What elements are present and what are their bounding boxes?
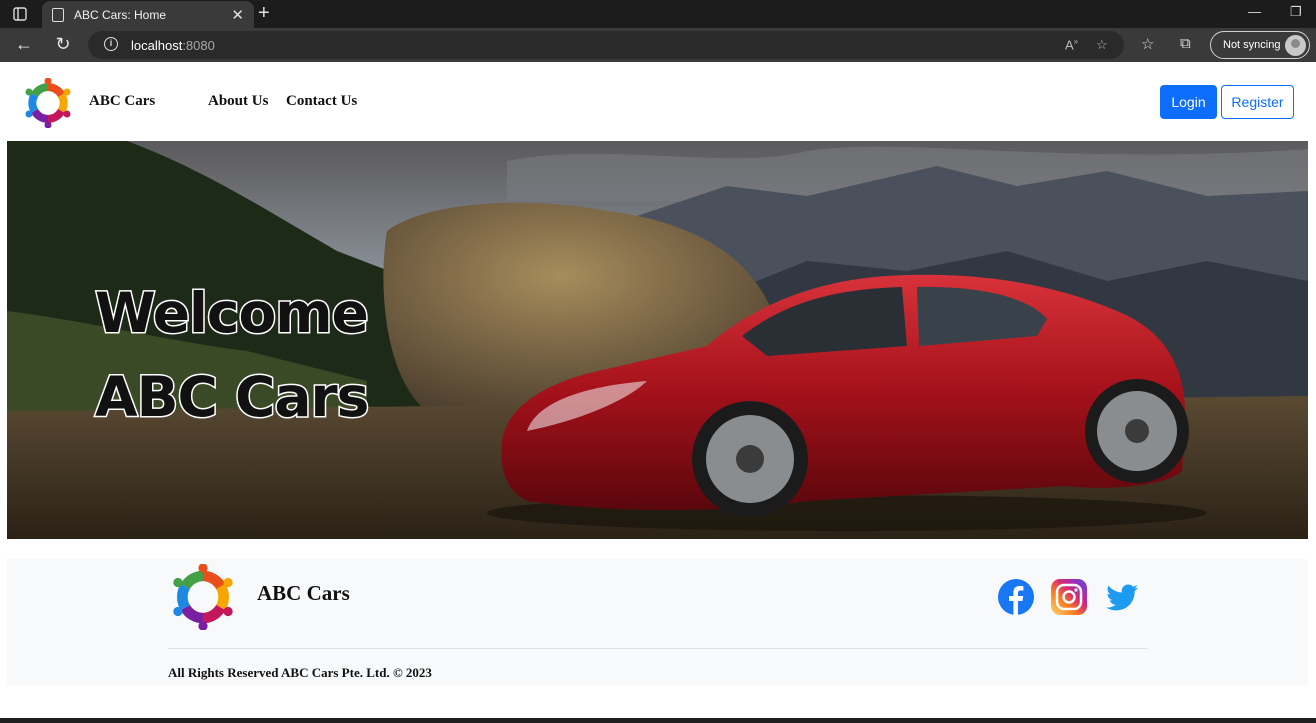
refresh-icon[interactable]: ↻ xyxy=(52,34,74,55)
back-arrow-icon[interactable]: ← xyxy=(13,34,35,55)
footer-divider xyxy=(168,648,1148,649)
page-icon xyxy=(52,7,64,22)
browser-title-bar: ABC Cars: Home ✕ + — ❐ xyxy=(0,0,1316,28)
add-favorite-icon[interactable]: ☆ xyxy=(1096,37,1108,53)
footer-logo-icon xyxy=(173,564,233,630)
new-tab-icon[interactable]: + xyxy=(258,2,270,25)
site-info-icon[interactable]: i xyxy=(104,37,118,51)
hero-title-line2: ABC Cars xyxy=(93,364,370,431)
nav-link-about[interactable]: About Us xyxy=(208,93,268,110)
tab-title: ABC Cars: Home xyxy=(74,7,167,22)
tab-actions-icon[interactable] xyxy=(0,0,40,28)
avatar xyxy=(1285,35,1306,56)
instagram-icon[interactable] xyxy=(1051,579,1087,615)
address-bar[interactable]: i localhost:8080 A» ☆ xyxy=(88,31,1124,59)
restore-icon[interactable]: ❐ xyxy=(1290,4,1302,20)
nav-link-contact[interactable]: Contact Us xyxy=(286,93,357,110)
sync-label: Not syncing xyxy=(1223,39,1281,51)
site-footer: ABC Cars All Rights Reserved ABC Cars Pt… xyxy=(7,559,1308,685)
footer-brand: ABC Cars xyxy=(257,581,350,605)
read-aloud-icon[interactable]: A» xyxy=(1065,37,1078,52)
register-button[interactable]: Register xyxy=(1221,85,1294,119)
collections-icon[interactable]: ⧉ xyxy=(1180,35,1191,52)
favorites-icon[interactable]: ☆ xyxy=(1141,35,1154,53)
hero-banner: Welcome ABC Cars xyxy=(7,141,1308,539)
twitter-icon[interactable] xyxy=(1104,579,1140,615)
navbar-brand[interactable]: ABC Cars xyxy=(89,93,155,110)
close-tab-icon[interactable]: ✕ xyxy=(231,6,244,24)
browser-toolbar: ← ↻ i localhost:8080 A» ☆ ☆ ⧉ Not syncin… xyxy=(0,28,1316,62)
url-text[interactable]: localhost:8080 xyxy=(131,38,215,53)
login-button[interactable]: Login xyxy=(1160,85,1217,119)
site-navbar: ABC Cars About Us Contact Us Login Regis… xyxy=(0,62,1316,142)
browser-tab[interactable]: ABC Cars: Home ✕ xyxy=(42,1,254,28)
hero-title-line1: Welcome xyxy=(93,280,370,347)
minimize-icon[interactable]: — xyxy=(1248,4,1261,19)
web-page: ABC Cars About Us Contact Us Login Regis… xyxy=(0,62,1316,718)
facebook-icon[interactable] xyxy=(998,579,1034,615)
hero-title: Welcome ABC Cars xyxy=(93,271,370,439)
profile-sync-button[interactable]: Not syncing xyxy=(1210,31,1310,59)
copyright-text: All Rights Reserved ABC Cars Pte. Ltd. ©… xyxy=(168,665,432,680)
brand-logo-icon[interactable] xyxy=(23,78,73,128)
